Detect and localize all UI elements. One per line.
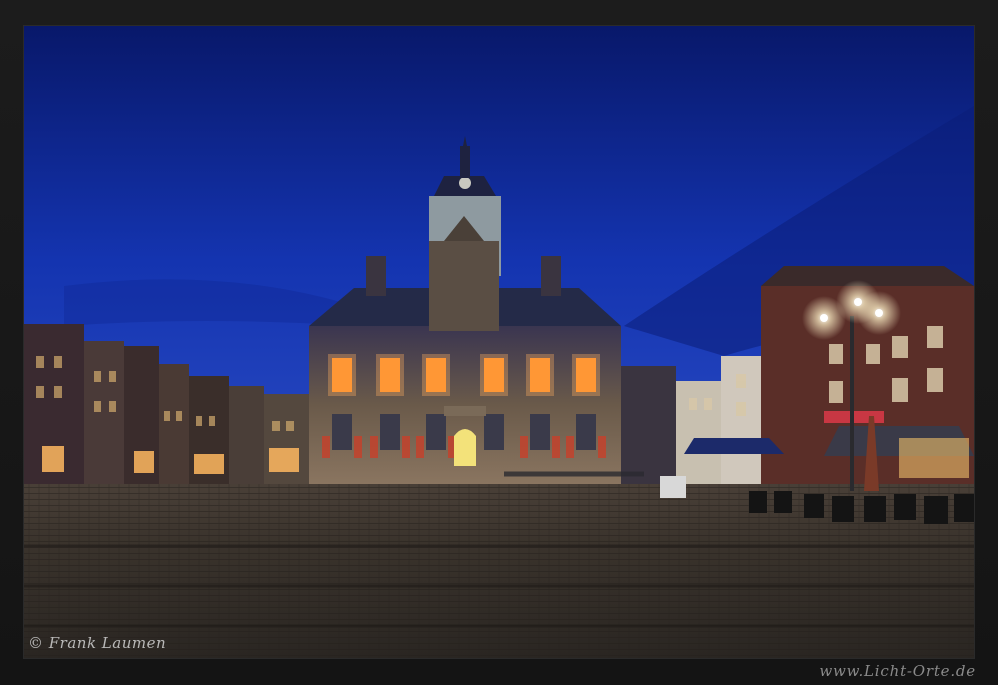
website-watermark: www.Licht-Orte.de: [819, 662, 976, 680]
cobblestones: [24, 481, 974, 658]
dark-frame: © Frank Laumen www.Licht-Orte.de: [0, 0, 998, 685]
photo: [24, 26, 974, 658]
photo-scene: [24, 26, 974, 658]
copyright-watermark: © Frank Laumen: [28, 634, 167, 652]
